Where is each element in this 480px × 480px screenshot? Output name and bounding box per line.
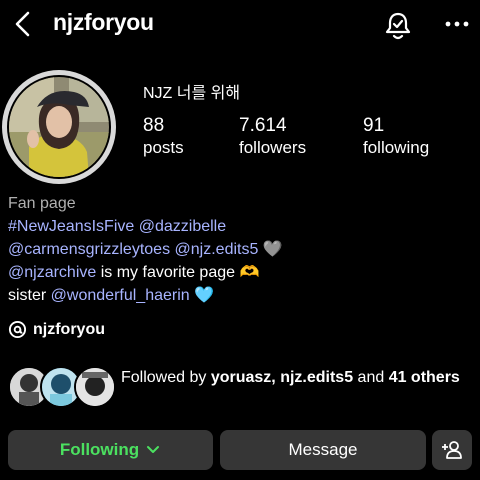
mention-link-carmensgrizzleytoes[interactable]: @carmensgrizzleytoes <box>8 241 170 258</box>
followed-by-prefix: Followed by <box>121 369 211 386</box>
following-stat[interactable]: 91 following <box>363 115 429 158</box>
followers-count: 7.614 <box>239 115 287 136</box>
light-blue-heart-emoji: 🩵 <box>194 287 215 304</box>
bio-line-2: @carmensgrizzleytoes @njz.edits5 🩶 <box>8 238 283 261</box>
mutual-avatar <box>74 366 116 408</box>
posts-label: posts <box>143 138 184 157</box>
followed-by-others: 41 others <box>388 369 460 386</box>
followed-by-and: and <box>353 369 389 386</box>
message-button[interactable]: Message <box>220 430 426 470</box>
followers-label: followers <box>239 138 307 157</box>
bio-text-sister: sister <box>8 287 51 304</box>
threads-link[interactable]: njzforyou <box>8 320 105 339</box>
add-person-button[interactable] <box>432 430 472 470</box>
threads-icon <box>8 320 27 339</box>
avatar-border <box>7 75 111 179</box>
following-count: 91 <box>363 115 385 136</box>
category-label: Fan page <box>8 195 76 212</box>
threads-handle: njzforyou <box>33 320 105 338</box>
mention-link-njzarchive[interactable]: @njzarchive <box>8 264 96 281</box>
heart-hands-emoji: 🫶 <box>239 264 260 281</box>
chevron-down-icon <box>147 446 160 453</box>
mention-link-dazzibelle[interactable]: @dazzibelle <box>139 218 226 235</box>
profile-avatar[interactable] <box>2 70 116 184</box>
add-person-icon <box>442 441 462 459</box>
message-label: Message <box>288 440 358 459</box>
posts-count: 88 <box>143 115 165 136</box>
bio-line-1: #NewJeansIsFive @dazzibelle <box>8 215 283 238</box>
profile-username: njzforyou <box>53 9 154 35</box>
top-bar: njzforyou <box>0 0 480 50</box>
avatar-photo <box>9 77 109 177</box>
notification-bell-icon[interactable] <box>383 9 413 41</box>
followed-by-names: yoruasz, njz.edits5 <box>210 369 354 386</box>
bio-text: is my favorite page <box>96 264 240 281</box>
mention-link-njz-edits5[interactable]: @njz.edits5 <box>175 241 259 258</box>
profile-bio: Fan page #NewJeansIsFive @dazzibelle @ca… <box>8 192 283 307</box>
grey-heart-emoji: 🩶 <box>262 241 283 258</box>
bio-line-4: sister @wonderful_haerin 🩵 <box>8 284 283 307</box>
hashtag-link[interactable]: #NewJeansIsFive <box>8 218 134 235</box>
mutual-followers-avatars[interactable] <box>8 366 118 408</box>
followers-stat[interactable]: 7.614 followers <box>239 115 306 158</box>
back-arrow-icon[interactable] <box>8 8 38 40</box>
more-options-icon[interactable] <box>443 12 471 36</box>
display-name: NJZ 너를 위해 <box>143 85 241 102</box>
followed-by-text[interactable]: Followed by yoruasz, njz.edits5 and 41 o… <box>121 366 471 389</box>
following-button[interactable]: Following <box>8 430 213 470</box>
mention-link-wonderful-haerin[interactable]: @wonderful_haerin <box>51 287 190 304</box>
bio-line-3: @njzarchive is my favorite page 🫶 <box>8 261 283 284</box>
following-label: Following <box>59 440 140 459</box>
following-label: following <box>363 138 430 157</box>
posts-stat[interactable]: 88 posts <box>143 115 184 158</box>
